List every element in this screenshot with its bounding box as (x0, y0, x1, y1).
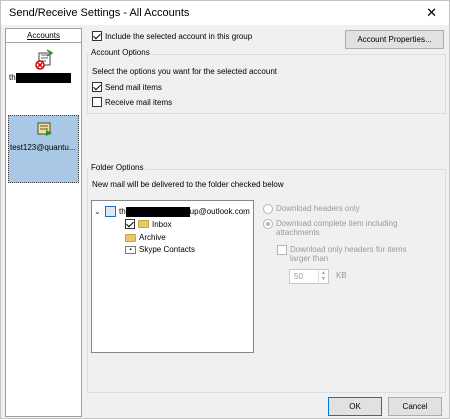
chevron-down-icon[interactable]: ⌄ (94, 207, 102, 216)
cancel-button[interactable]: Cancel (388, 397, 442, 416)
accounts-header[interactable]: Accounts (6, 29, 81, 43)
window-title: Send/Receive Settings - All Accounts (9, 7, 190, 19)
account-item-2[interactable]: test123@quantu... (8, 115, 79, 183)
send-receive-settings-dialog: Send/Receive Settings - All Accounts ✕ A… (0, 0, 450, 419)
download-only-headers-checkbox[interactable]: Download only headers for items larger t… (277, 245, 407, 263)
download-complete-radio[interactable]: Download complete item including attachm… (263, 219, 397, 237)
size-limit-value: 50 (294, 272, 303, 281)
redaction-bar (15, 73, 71, 83)
tree-folder-label: Archive (139, 233, 166, 242)
close-icon[interactable]: ✕ (426, 5, 437, 21)
folder-options-title: Folder Options (89, 163, 146, 172)
contacts-icon: ▪ (125, 245, 136, 254)
download-complete-label: Download complete item including attachm… (276, 219, 398, 237)
tree-account-label: th up@outlook.com (119, 206, 250, 217)
tree-folder-label: Skype Contacts (139, 245, 196, 254)
send-mail-items-label: Send mail items (105, 82, 162, 92)
account-item-1[interactable]: th (8, 49, 79, 101)
send-mail-items-checkbox[interactable]: Send mail items (92, 82, 162, 92)
tree-folder-label: Inbox (152, 219, 172, 229)
download-only-headers-label: Download only headers for items larger t… (290, 245, 407, 263)
account-sync-icon (35, 49, 54, 70)
tree-folder-skype-contacts[interactable]: ▪ Skype Contacts (125, 245, 195, 254)
folder-tree[interactable]: ⌄ th up@outlook.com Inbox Archive ▪ Skype… (91, 200, 254, 353)
account-options-description: Select the options you want for the sele… (92, 67, 278, 76)
ok-button[interactable]: OK (328, 397, 382, 416)
include-account-label: Include the selected account in this gro… (105, 31, 253, 41)
download-only-headers-box[interactable] (277, 245, 287, 255)
receive-mail-items-checkbox[interactable]: Receive mail items (92, 97, 172, 107)
download-headers-only-radio[interactable]: Download headers only (263, 204, 360, 214)
receive-mail-items-box[interactable] (92, 97, 102, 107)
folder-icon (125, 233, 136, 242)
account-properties-button[interactable]: Account Properties... (345, 30, 444, 49)
account-icon (105, 206, 116, 217)
accounts-list: Accounts th test123@quantu... (5, 28, 82, 417)
account-sync-icon (37, 122, 52, 136)
account-options-title: Account Options (89, 48, 152, 57)
inbox-checkbox[interactable] (125, 219, 135, 229)
folder-icon (138, 220, 149, 228)
redaction-bar (125, 206, 190, 217)
include-account-checkbox[interactable]: Include the selected account in this gro… (92, 31, 252, 41)
download-headers-only-radio-button[interactable] (263, 204, 273, 214)
title-bar: Send/Receive Settings - All Accounts ✕ (1, 1, 449, 25)
receive-mail-items-label: Receive mail items (105, 97, 173, 107)
tree-account-row[interactable]: ⌄ th up@outlook.com (94, 206, 250, 217)
folder-options-description: New mail will be delivered to the folder… (92, 180, 284, 189)
include-account-checkbox-box[interactable] (92, 31, 102, 41)
send-mail-items-box[interactable] (92, 82, 102, 92)
download-headers-only-label: Download headers only (276, 204, 360, 213)
size-limit-spinner[interactable]: 50 ▲ ▼ (289, 269, 329, 284)
size-limit-unit: KB (336, 271, 347, 280)
tree-folder-inbox[interactable]: Inbox (125, 219, 172, 229)
tree-folder-archive[interactable]: Archive (125, 233, 166, 242)
accounts-header-label: Accounts (27, 31, 60, 40)
account-item-2-label: test123@quantu... (10, 143, 76, 152)
download-complete-radio-button[interactable] (263, 219, 273, 229)
spinner-arrows-icon[interactable]: ▲ ▼ (318, 270, 328, 283)
account-item-1-label: th (9, 73, 77, 83)
